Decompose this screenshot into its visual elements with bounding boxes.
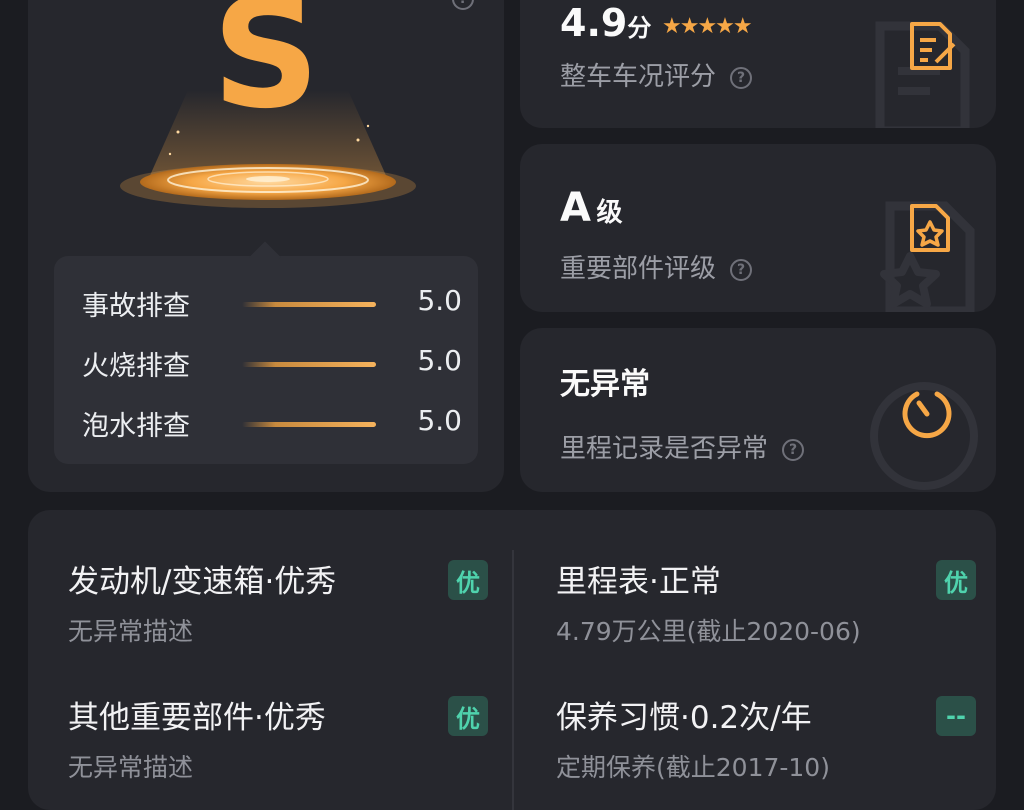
parts-unit: 级: [596, 198, 623, 228]
detail-item[interactable]: 保养习惯·0.2次/年 -- 定期保养(截止2017-10): [556, 692, 976, 792]
detail-title: 保养习惯·0.2次/年: [556, 700, 812, 736]
detail-desc: 无异常描述: [68, 617, 194, 646]
report-edit-icon: [910, 22, 956, 70]
detail-desc: 无异常描述: [68, 753, 194, 782]
score-row: 事故排查 5.0: [82, 284, 462, 324]
mileage-value: 无异常: [560, 367, 650, 402]
divider: [512, 550, 514, 810]
score-value: 5.0: [417, 284, 462, 317]
help-icon[interactable]: ?: [730, 66, 753, 89]
detail-item[interactable]: 发动机/变速箱·优秀 优 无异常描述: [68, 556, 488, 656]
gauge-icon: [902, 391, 952, 439]
mileage-check-card[interactable]: 无异常 里程记录是否异常?: [520, 328, 996, 492]
detail-card: 发动机/变速箱·优秀 优 无异常描述 里程表·正常 优 4.79万公里(截止20…: [28, 510, 996, 810]
grade-badge: --: [936, 696, 976, 736]
score-value: 5.0: [417, 404, 462, 437]
star-rating: ★★★★★: [662, 14, 753, 39]
score-bar: [242, 302, 376, 307]
help-icon[interactable]: ?: [730, 258, 753, 281]
rating-unit: 分: [627, 14, 652, 42]
score-label: 火烧排查: [82, 351, 190, 382]
rating-value-wrap: 4.9分: [560, 4, 651, 42]
score-label: 事故排查: [82, 291, 190, 322]
mileage-label-wrap: 里程记录是否异常?: [560, 428, 805, 465]
rating-label: 整车车况评分: [560, 62, 717, 92]
detail-title: 其他重要部件·优秀: [68, 700, 326, 736]
detail-desc: 4.79万公里(截止2020-06): [556, 617, 861, 646]
rating-value: 4.9: [560, 1, 628, 45]
rating-label-wrap: 整车车况评分?: [560, 56, 753, 93]
parts-grade-card[interactable]: A 级 重要部件评级?: [520, 144, 996, 312]
parts-value: A: [560, 185, 591, 231]
score-bar: [242, 422, 376, 427]
detail-desc: 定期保养(截止2017-10): [556, 753, 830, 782]
score-row: 泡水排查 5.0: [82, 404, 462, 444]
detail-title: 里程表·正常: [556, 564, 721, 600]
glow-platform-icon: [120, 90, 416, 208]
help-icon[interactable]: ?: [782, 438, 805, 461]
score-value: 5.0: [417, 344, 462, 377]
grade-badge: 优: [936, 560, 976, 600]
parts-label-wrap: 重要部件评级?: [560, 248, 753, 285]
grade-badge: 优: [448, 560, 488, 600]
score-label: 泡水排查: [82, 411, 190, 442]
detail-item[interactable]: 里程表·正常 优 4.79万公里(截止2020-06): [556, 556, 976, 656]
star-file-icon: [910, 204, 950, 252]
parts-value-wrap: A 级: [560, 188, 623, 228]
grade-badge: 优: [448, 696, 488, 736]
score-row: 火烧排查 5.0: [82, 344, 462, 384]
detail-title: 发动机/变速箱·优秀: [68, 564, 337, 600]
overall-rating-card[interactable]: 4.9分 ★★★★★ 整车车况评分?: [520, 0, 996, 128]
score-bar: [242, 362, 376, 367]
score-breakdown: 事故排查 5.0 火烧排查 5.0 泡水排查 5.0: [54, 241, 478, 464]
mileage-label: 里程记录是否异常: [560, 434, 769, 464]
grade-card: S ? 事故排查 5.0: [28, 0, 504, 492]
detail-item[interactable]: 其他重要部件·优秀 优 无异常描述: [68, 692, 488, 792]
parts-label: 重要部件评级: [560, 254, 717, 284]
